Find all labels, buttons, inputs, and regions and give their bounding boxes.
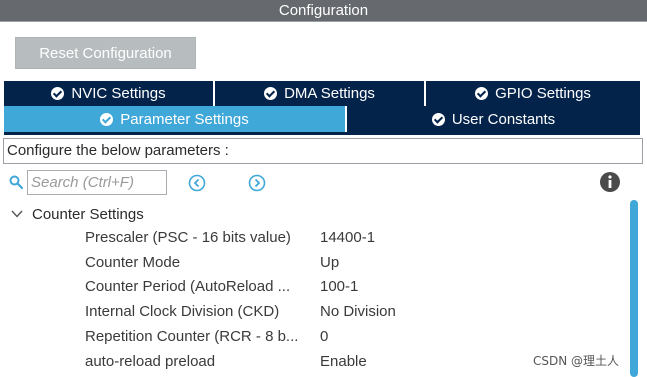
tab-parameter-settings[interactable]: Parameter Settings — [4, 106, 347, 132]
tab-label: Parameter Settings — [120, 110, 249, 128]
vertical-scrollbar[interactable] — [630, 200, 638, 377]
tab-label: NVIC Settings — [71, 85, 166, 102]
tab-nvic-settings[interactable]: NVIC Settings — [4, 81, 215, 106]
chevron-down-icon — [11, 210, 23, 218]
window-title: Configuration — [0, 0, 647, 22]
reset-configuration-button[interactable]: Reset Configuration — [15, 37, 196, 69]
param-value[interactable]: 100-1 — [320, 276, 358, 298]
tab-label: User Constants — [451, 110, 556, 128]
param-name[interactable]: Prescaler (PSC - 16 bits value) — [85, 227, 291, 249]
param-name[interactable]: Counter Mode — [85, 252, 180, 274]
counter-settings-group[interactable]: Counter Settings — [10, 203, 144, 225]
tab-underline — [4, 132, 640, 135]
previous-result-icon[interactable] — [188, 174, 206, 192]
parameters-description: Configure the below parameters : — [3, 138, 643, 164]
tab-label: GPIO Settings — [495, 85, 591, 102]
check-circle-icon — [475, 87, 489, 100]
param-value[interactable]: Up — [320, 252, 339, 274]
param-value[interactable]: 14400-1 — [320, 227, 375, 249]
tab-row-2: Parameter Settings User Constants — [4, 106, 640, 132]
watermark: CSDN @理土人 — [533, 354, 620, 368]
check-circle-icon — [431, 112, 445, 126]
param-value[interactable]: No Division — [320, 301, 396, 323]
check-circle-icon — [51, 87, 65, 100]
param-name[interactable]: Repetition Counter (RCR - 8 b... — [85, 326, 298, 348]
check-circle-icon — [100, 112, 114, 126]
info-icon[interactable] — [599, 171, 621, 193]
check-circle-icon — [264, 87, 278, 100]
tab-label: DMA Settings — [284, 85, 375, 102]
param-name[interactable]: Internal Clock Division (CKD) — [85, 301, 279, 323]
tab-user-constants[interactable]: User Constants — [347, 106, 640, 132]
param-value[interactable]: Enable — [320, 351, 367, 373]
param-name[interactable]: Counter Period (AutoReload ... — [85, 276, 290, 298]
param-value[interactable]: 0 — [320, 326, 328, 348]
tab-row-1: NVIC Settings DMA Settings GPIO Settings — [4, 81, 640, 106]
next-result-icon[interactable] — [248, 174, 266, 192]
search-icon — [9, 175, 23, 189]
group-label: Counter Settings — [32, 205, 144, 223]
search-input[interactable] — [27, 170, 167, 195]
tab-gpio-settings[interactable]: GPIO Settings — [426, 81, 640, 106]
param-name[interactable]: auto-reload preload — [85, 351, 215, 373]
tab-dma-settings[interactable]: DMA Settings — [215, 81, 426, 106]
